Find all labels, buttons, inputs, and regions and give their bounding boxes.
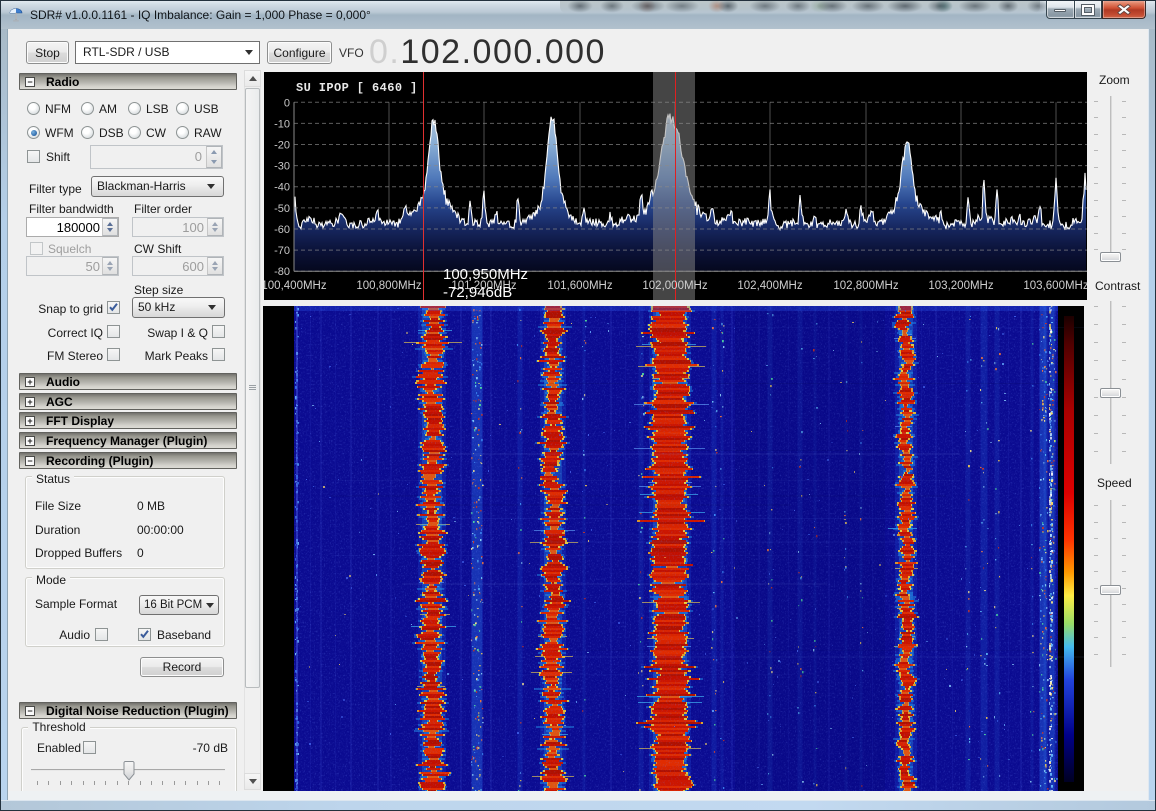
svg-text:0: 0 xyxy=(284,97,290,109)
svg-text:-72,946dB: -72,946dB xyxy=(443,284,512,300)
svg-text:100,950MHz: 100,950MHz xyxy=(443,266,528,283)
svg-text:-50: -50 xyxy=(274,203,290,215)
svg-text:-60: -60 xyxy=(274,224,290,236)
svg-text:-30: -30 xyxy=(274,161,290,173)
svg-text:102,800MHz: 102,800MHz xyxy=(833,280,898,292)
svg-text:102,400MHz: 102,400MHz xyxy=(737,280,802,292)
svg-text:102,000MHz: 102,000MHz xyxy=(642,280,707,292)
svg-text:100,800MHz: 100,800MHz xyxy=(356,280,421,292)
svg-text:100,400MHz: 100,400MHz xyxy=(264,280,327,292)
svg-text:-20: -20 xyxy=(274,140,290,152)
svg-text:103,600MHz: 103,600MHz xyxy=(1023,280,1087,292)
svg-text:101,600MHz: 101,600MHz xyxy=(547,280,612,292)
svg-text:-40: -40 xyxy=(274,182,290,194)
svg-text:-10: -10 xyxy=(274,118,290,130)
svg-text:103,200MHz: 103,200MHz xyxy=(928,280,993,292)
svg-text:SU IPOP [ 6460 ]: SU IPOP [ 6460 ] xyxy=(296,81,418,95)
svg-text:-70: -70 xyxy=(274,245,290,257)
svg-text:-80: -80 xyxy=(274,266,290,278)
